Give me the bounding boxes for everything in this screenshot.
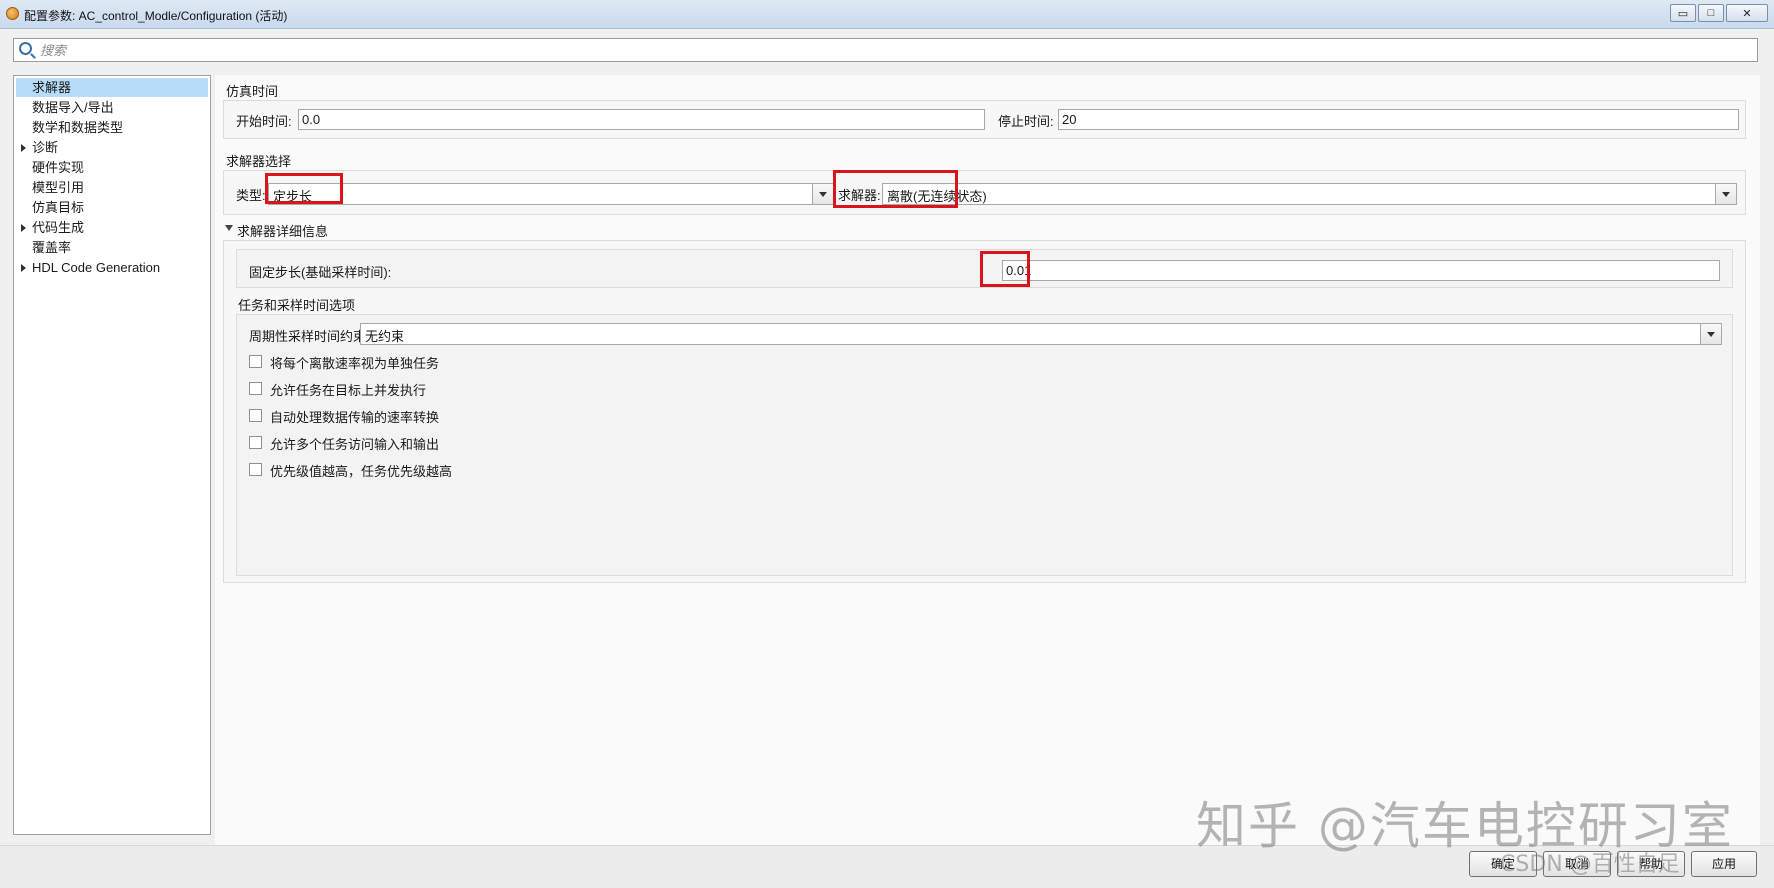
chevron-down-icon bbox=[819, 192, 827, 197]
tree-item-coverage[interactable]: 覆盖率 bbox=[16, 238, 208, 257]
checkbox-label: 优先级值越高，任务优先级越高 bbox=[270, 464, 453, 479]
tasking-panel: 周期性采样时间约束: 无约束 将每个离散速率视为单独任务 允许任务在目标上并发执… bbox=[236, 314, 1733, 576]
sim-time-panel: 开始时间: 0.0 停止时间: 20 bbox=[223, 100, 1746, 139]
tree-item-code-generation[interactable]: 代码生成 bbox=[16, 218, 208, 237]
tree-item-label: 数学和数据类型 bbox=[32, 120, 124, 135]
window-title: 配置参数: AC_control_Modle/Configuration (活动… bbox=[24, 9, 288, 23]
checkbox-multi-access[interactable] bbox=[249, 436, 262, 449]
tasking-heading: 任务和采样时间选项 bbox=[238, 298, 356, 313]
dropdown-button[interactable] bbox=[812, 184, 833, 204]
title-bar: 配置参数: AC_control_Modle/Configuration (活动… bbox=[0, 0, 1774, 29]
tree-item-label: 数据导入/导出 bbox=[32, 100, 114, 115]
chevron-down-icon bbox=[1707, 332, 1715, 337]
solver-select[interactable]: 离散(无连续状态) bbox=[882, 183, 1737, 205]
collapse-arrow-icon[interactable] bbox=[225, 225, 233, 231]
periodic-constraint-label: 周期性采样时间约束: bbox=[249, 329, 370, 344]
tree-item-label: 求解器 bbox=[32, 80, 72, 95]
stop-time-label: 停止时间: bbox=[998, 114, 1054, 129]
checkbox-label: 将每个离散速率视为单独任务 bbox=[270, 356, 440, 371]
start-time-label: 开始时间: bbox=[236, 114, 292, 129]
expand-arrow-icon[interactable] bbox=[21, 224, 26, 232]
expand-arrow-icon[interactable] bbox=[21, 144, 26, 152]
checkbox-concurrent[interactable] bbox=[249, 382, 262, 395]
settings-pane: 仿真时间 开始时间: 0.0 停止时间: 20 求解器选择 类型: 定步长 求解… bbox=[215, 75, 1760, 845]
tree-item-solver[interactable]: 求解器 bbox=[16, 78, 208, 97]
window-controls: ▭ □ ✕ bbox=[1668, 4, 1768, 22]
checkbox-rate-transition[interactable] bbox=[249, 409, 262, 422]
chevron-down-icon bbox=[1722, 192, 1730, 197]
tree-item-diagnostics[interactable]: 诊断 bbox=[16, 138, 208, 157]
checkbox-label: 允许多个任务访问输入和输出 bbox=[270, 437, 440, 452]
tree-item-model-referencing[interactable]: 模型引用 bbox=[16, 178, 208, 197]
start-time-field[interactable]: 0.0 bbox=[298, 109, 985, 130]
tree-item-hardware[interactable]: 硬件实现 bbox=[16, 158, 208, 177]
dropdown-button[interactable] bbox=[1700, 324, 1721, 344]
tree-item-sim-target[interactable]: 仿真目标 bbox=[16, 198, 208, 217]
fixed-step-field[interactable]: 0.01 bbox=[1002, 260, 1720, 281]
solver-type-select[interactable]: 定步长 bbox=[268, 183, 834, 205]
highlight-box-solver bbox=[833, 170, 958, 208]
search-box bbox=[13, 38, 1758, 62]
sim-time-heading: 仿真时间 bbox=[226, 84, 279, 99]
checkbox-separate-task[interactable] bbox=[249, 355, 262, 368]
tree-item-label: 覆盖率 bbox=[32, 240, 72, 255]
close-button[interactable]: ✕ bbox=[1726, 4, 1768, 22]
periodic-constraint-value: 无约束 bbox=[365, 329, 405, 344]
dropdown-button[interactable] bbox=[1715, 184, 1736, 204]
search-icon bbox=[19, 42, 32, 55]
minimize-button[interactable]: ▭ bbox=[1670, 4, 1696, 22]
tree-item-math-data-types[interactable]: 数学和数据类型 bbox=[16, 118, 208, 137]
highlight-box-type bbox=[265, 173, 343, 204]
search-input[interactable] bbox=[40, 41, 1740, 59]
tree-item-hdl-code-generation[interactable]: HDL Code Generation bbox=[16, 258, 208, 277]
tree-item-label: 仿真目标 bbox=[32, 200, 85, 215]
maximize-button[interactable]: □ bbox=[1698, 4, 1724, 22]
stop-time-field[interactable]: 20 bbox=[1058, 109, 1739, 130]
category-tree: 求解器 数据导入/导出 数学和数据类型 诊断 硬件实现 模型引用 仿真目标 代码… bbox=[13, 75, 211, 835]
fixed-step-label: 固定步长(基础采样时间): bbox=[249, 265, 392, 280]
checkbox-priority[interactable] bbox=[249, 463, 262, 476]
tree-item-label: HDL Code Generation bbox=[32, 260, 161, 275]
tree-item-label: 代码生成 bbox=[32, 220, 85, 235]
solver-details-panel: 固定步长(基础采样时间): 0.01 任务和采样时间选项 周期性采样时间约束: … bbox=[223, 240, 1746, 583]
tree-item-data-import-export[interactable]: 数据导入/导出 bbox=[16, 98, 208, 117]
app-icon bbox=[6, 7, 19, 20]
periodic-constraint-select[interactable]: 无约束 bbox=[360, 323, 1722, 345]
solver-details-heading[interactable]: 求解器详细信息 bbox=[237, 221, 328, 240]
tree-item-label: 模型引用 bbox=[32, 180, 85, 195]
type-label: 类型: bbox=[236, 188, 266, 203]
checkbox-label: 允许任务在目标上并发执行 bbox=[270, 383, 427, 398]
expand-arrow-icon[interactable] bbox=[21, 264, 26, 272]
watermark-csdn: CSDN @百性自足 bbox=[1500, 852, 1680, 877]
checkbox-label: 自动处理数据传输的速率转换 bbox=[270, 410, 440, 425]
solver-selection-heading: 求解器选择 bbox=[226, 154, 292, 169]
tree-item-label: 诊断 bbox=[32, 140, 59, 155]
highlight-box-fixed-step bbox=[980, 251, 1030, 287]
solver-selection-panel: 类型: 定步长 求解器: 离散(无连续状态) bbox=[223, 170, 1746, 215]
tree-item-label: 硬件实现 bbox=[32, 160, 85, 175]
